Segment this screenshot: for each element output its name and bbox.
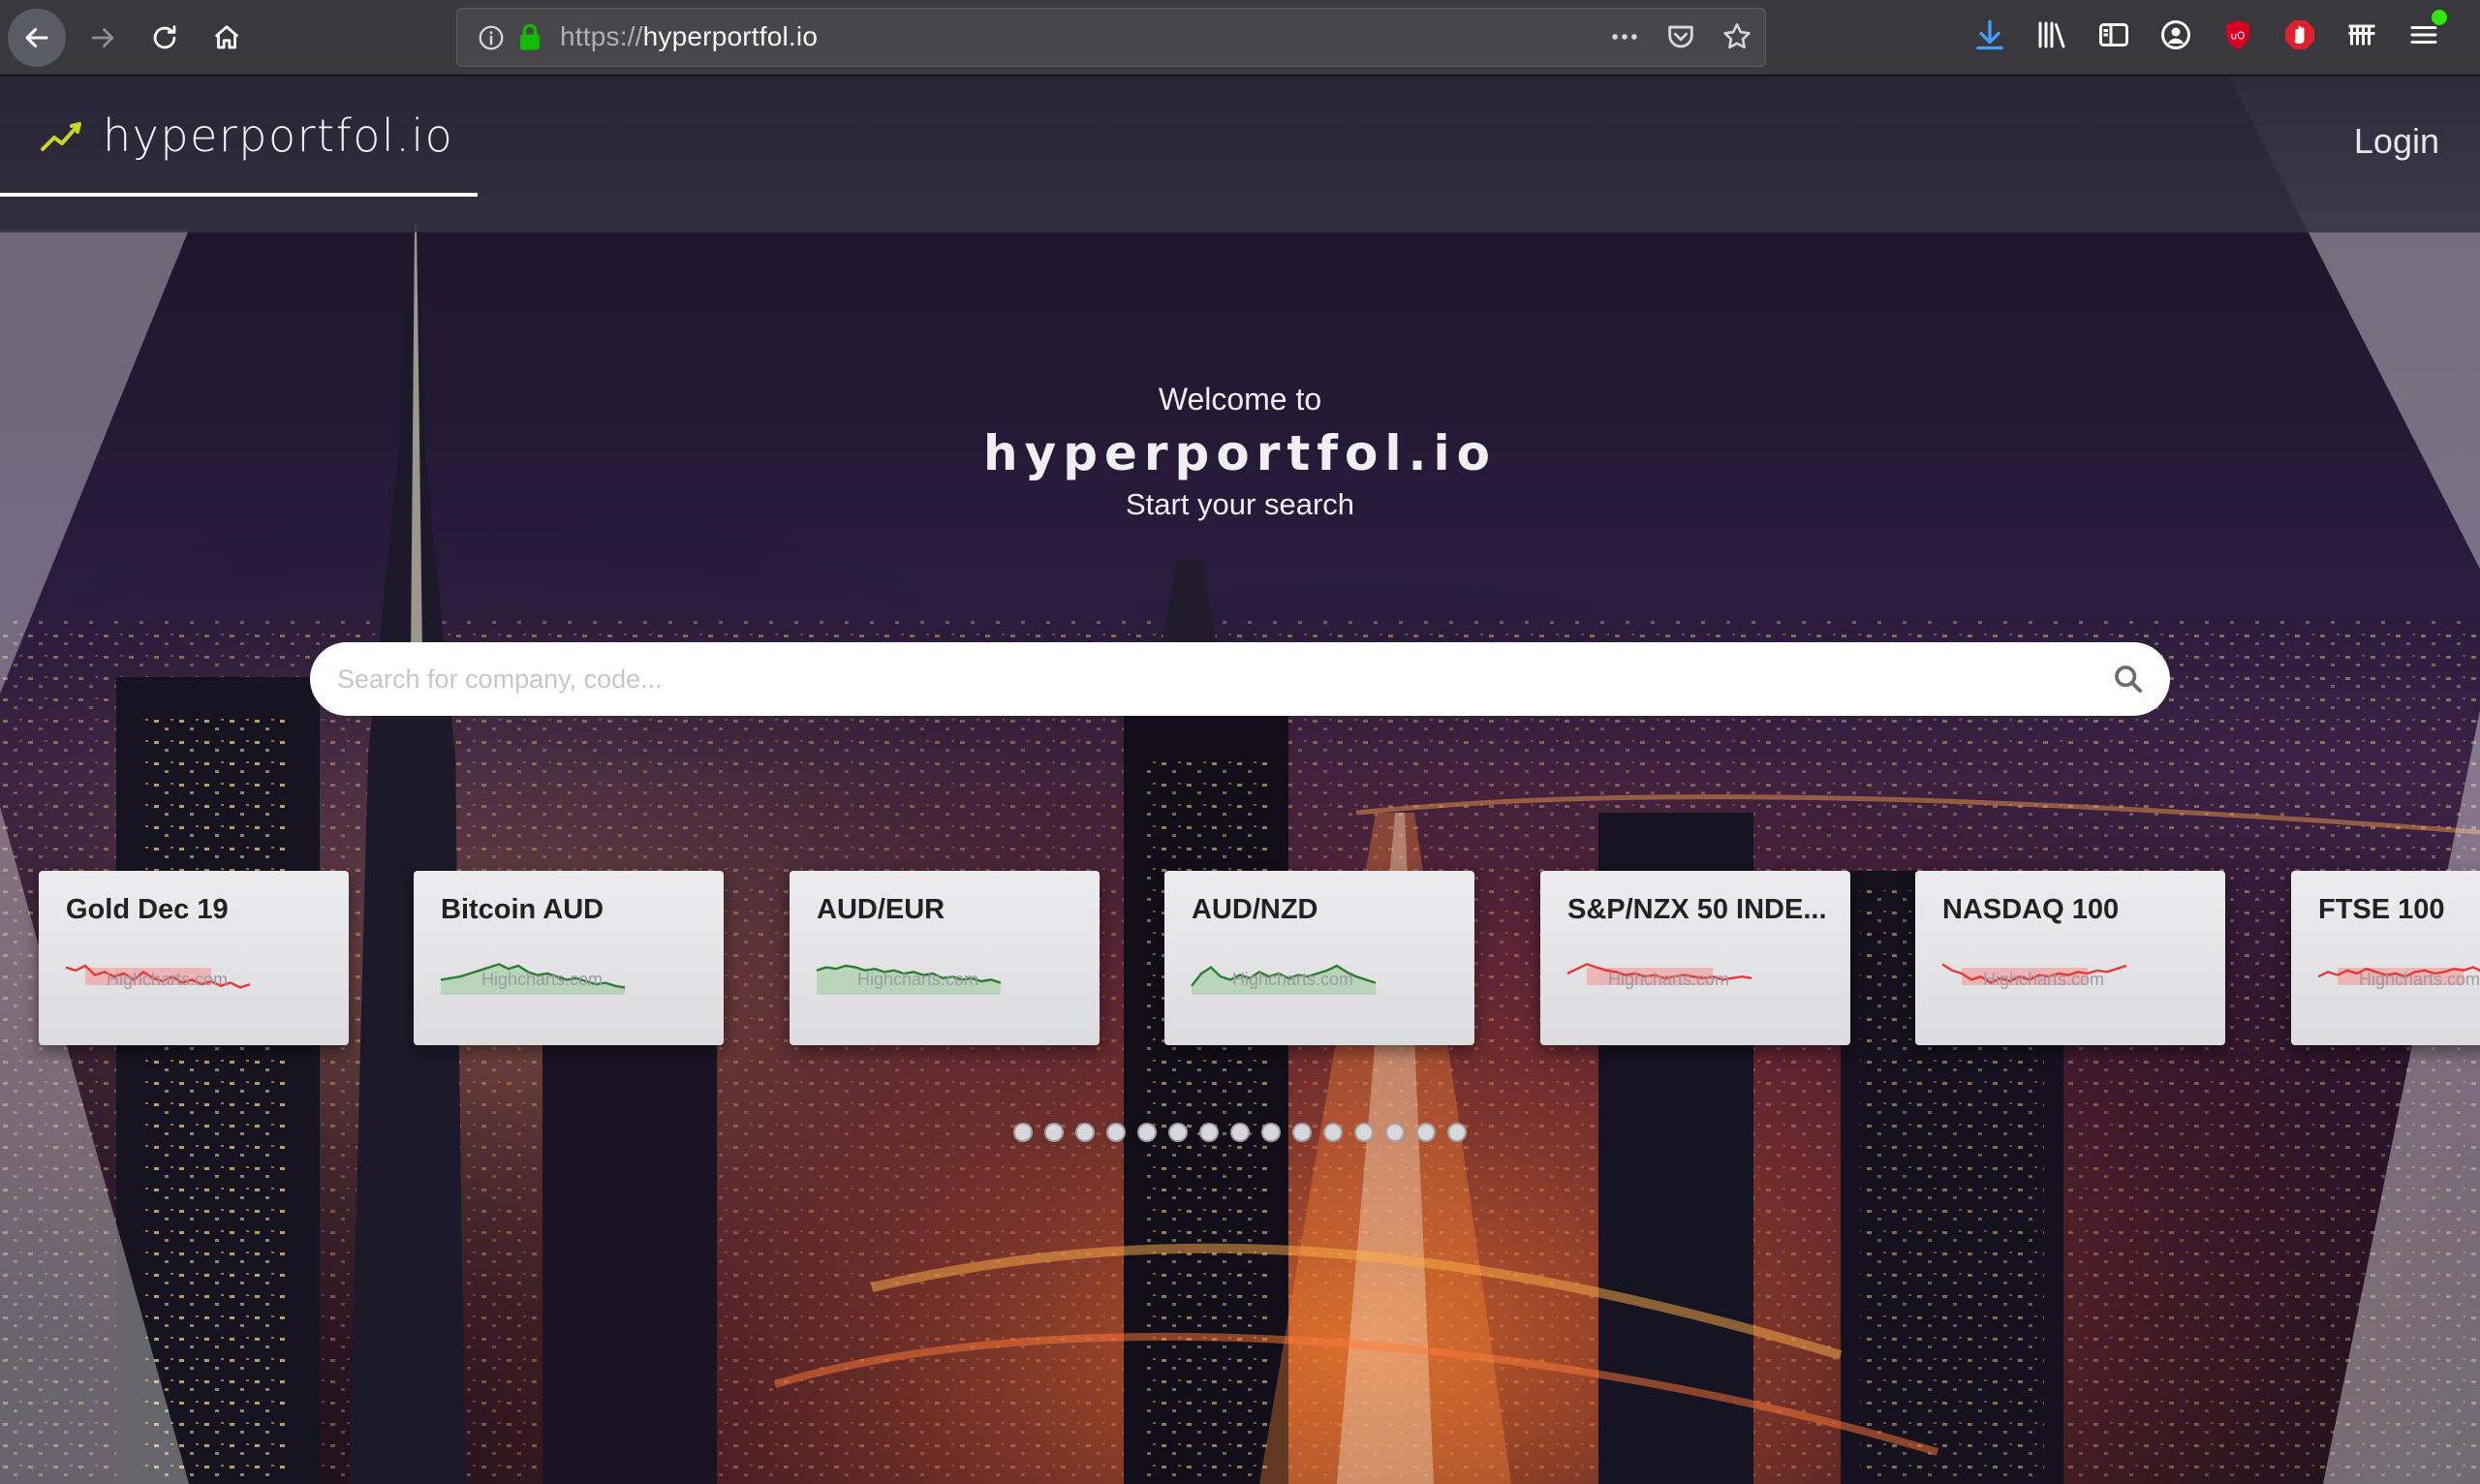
site-logo[interactable]: hyperportfol.io bbox=[39, 109, 453, 162]
home-icon bbox=[214, 25, 239, 49]
sidebar-icon bbox=[2099, 23, 2128, 46]
carousel-dot[interactable] bbox=[1416, 1123, 1436, 1142]
ticker-card-title: S&P/NZX 50 INDE... bbox=[1567, 894, 1827, 925]
carousel-dot[interactable] bbox=[1292, 1123, 1312, 1142]
ticker-card-title: FTSE 100 bbox=[2318, 894, 2445, 925]
adblock-button[interactable] bbox=[2278, 14, 2321, 56]
search-input[interactable] bbox=[337, 642, 2081, 716]
extension-button[interactable] bbox=[2340, 14, 2383, 56]
ticker-card-title: AUD/EUR bbox=[817, 894, 946, 925]
page: hyperportfol.io Login Welcome to hyperpo… bbox=[0, 77, 2480, 1484]
account-icon bbox=[2161, 20, 2190, 49]
ticker-card-title: AUD/NZD bbox=[1192, 894, 1318, 925]
back-icon bbox=[25, 27, 48, 48]
carousel-dot[interactable] bbox=[1323, 1123, 1343, 1142]
chart-credit: Highcharts.com bbox=[2359, 970, 2480, 989]
extension-icon bbox=[2348, 24, 2375, 46]
ticker-card[interactable]: Bitcoin AUD Highcharts.com bbox=[414, 871, 724, 1045]
carousel-dot[interactable] bbox=[1385, 1123, 1405, 1142]
reload-icon bbox=[153, 25, 176, 49]
chart-credit: Highcharts.com bbox=[107, 970, 229, 989]
info-icon[interactable] bbox=[477, 23, 506, 52]
url-scheme: https:// bbox=[560, 21, 643, 51]
bookmark-star-icon bbox=[1723, 22, 1751, 49]
reload-button[interactable] bbox=[136, 9, 194, 67]
chart-credit: Highcharts.com bbox=[481, 970, 604, 989]
ticker-card[interactable]: AUD/EUR Highcharts.com bbox=[790, 871, 1100, 1045]
ticker-card[interactable]: Gold Dec 19 Highcharts.com bbox=[39, 871, 349, 1045]
search-bar[interactable] bbox=[310, 642, 2170, 716]
chart-credit: Highcharts.com bbox=[1232, 970, 1354, 989]
carousel-dot[interactable] bbox=[1261, 1123, 1281, 1142]
carousel-dot[interactable] bbox=[1230, 1123, 1250, 1142]
library-icon bbox=[2038, 21, 2065, 48]
logo-text: hyperportfol.io bbox=[103, 109, 454, 162]
carousel-dot[interactable] bbox=[1044, 1123, 1064, 1142]
pocket-button[interactable] bbox=[1662, 18, 1699, 55]
ublock-button[interactable]: uO bbox=[2216, 14, 2259, 56]
browser-toolbar: https://hyperportfol.io uO bbox=[0, 0, 2480, 76]
back-button[interactable] bbox=[8, 9, 66, 67]
carousel-dot[interactable] bbox=[1013, 1123, 1033, 1142]
hero: Welcome to hyperportfol.io Start your se… bbox=[0, 382, 2480, 522]
downloads-button[interactable] bbox=[1968, 14, 2011, 56]
forward-icon bbox=[91, 28, 114, 47]
pocket-icon bbox=[1668, 25, 1693, 48]
home-button[interactable] bbox=[198, 9, 256, 67]
url-text[interactable]: https://hyperportfol.io bbox=[560, 21, 818, 52]
hero-subtitle: Start your search bbox=[1125, 487, 1355, 521]
page-actions-button[interactable] bbox=[1606, 18, 1643, 55]
search-icon[interactable] bbox=[2112, 663, 2145, 696]
carousel-dot[interactable] bbox=[1075, 1123, 1095, 1142]
carousel-dot[interactable] bbox=[1447, 1123, 1467, 1142]
update-badge bbox=[2430, 8, 2449, 27]
chart-credit: Highcharts.com bbox=[857, 970, 979, 989]
account-button[interactable] bbox=[2154, 14, 2197, 56]
site-header: hyperportfol.io Login bbox=[0, 77, 2480, 232]
ticker-card-carousel: Gold Dec 19 Highcharts.com Bitcoin AUD High… bbox=[0, 871, 2480, 1047]
more-icon bbox=[1612, 34, 1637, 40]
carousel-dot[interactable] bbox=[1137, 1123, 1157, 1142]
forward-button[interactable] bbox=[74, 9, 132, 67]
carousel-pagination bbox=[1013, 1123, 1467, 1142]
ticker-card-title: Bitcoin AUD bbox=[441, 894, 604, 925]
sidebar-button[interactable] bbox=[2092, 14, 2135, 56]
hero-title: hyperportfol.io bbox=[983, 425, 1497, 481]
ticker-card-title: Gold Dec 19 bbox=[66, 894, 229, 925]
carousel-dot[interactable] bbox=[1354, 1123, 1374, 1142]
adblock-icon bbox=[2285, 20, 2314, 49]
carousel-dot[interactable] bbox=[1199, 1123, 1219, 1142]
library-button[interactable] bbox=[2030, 14, 2073, 56]
bookmark-button[interactable] bbox=[1719, 18, 1755, 55]
ticker-card-title: NASDAQ 100 bbox=[1942, 894, 2120, 925]
hero-welcome: Welcome to bbox=[1158, 382, 1322, 417]
svg-text:uO: uO bbox=[2231, 31, 2246, 43]
lock-icon[interactable] bbox=[515, 21, 544, 52]
login-link[interactable]: Login bbox=[2354, 121, 2439, 162]
download-icon bbox=[1976, 19, 2003, 50]
ticker-card[interactable]: NASDAQ 100 Highcharts.com bbox=[1915, 871, 2225, 1045]
chart-credit: Highcharts.com bbox=[1983, 970, 2105, 989]
ticker-card[interactable]: S&P/NZX 50 INDE... Highcharts.com bbox=[1540, 871, 1850, 1045]
url-host: hyperportfol.io bbox=[642, 21, 819, 51]
ticker-card[interactable]: AUD/NZD Highcharts.com bbox=[1164, 871, 1474, 1045]
chart-credit: Highcharts.com bbox=[1608, 970, 1730, 989]
trend-line-icon bbox=[41, 122, 81, 151]
ticker-card[interactable]: FTSE 100 Highcharts.com bbox=[2291, 871, 2480, 1045]
carousel-dot[interactable] bbox=[1168, 1123, 1188, 1142]
menu-button[interactable] bbox=[2402, 8, 2449, 56]
carousel-dot[interactable] bbox=[1106, 1123, 1126, 1142]
url-bar[interactable]: https://hyperportfol.io bbox=[456, 8, 1766, 67]
ublock-icon: uO bbox=[2226, 20, 2249, 49]
city-night-background bbox=[0, 77, 2480, 1484]
logo-underline bbox=[0, 193, 478, 197]
